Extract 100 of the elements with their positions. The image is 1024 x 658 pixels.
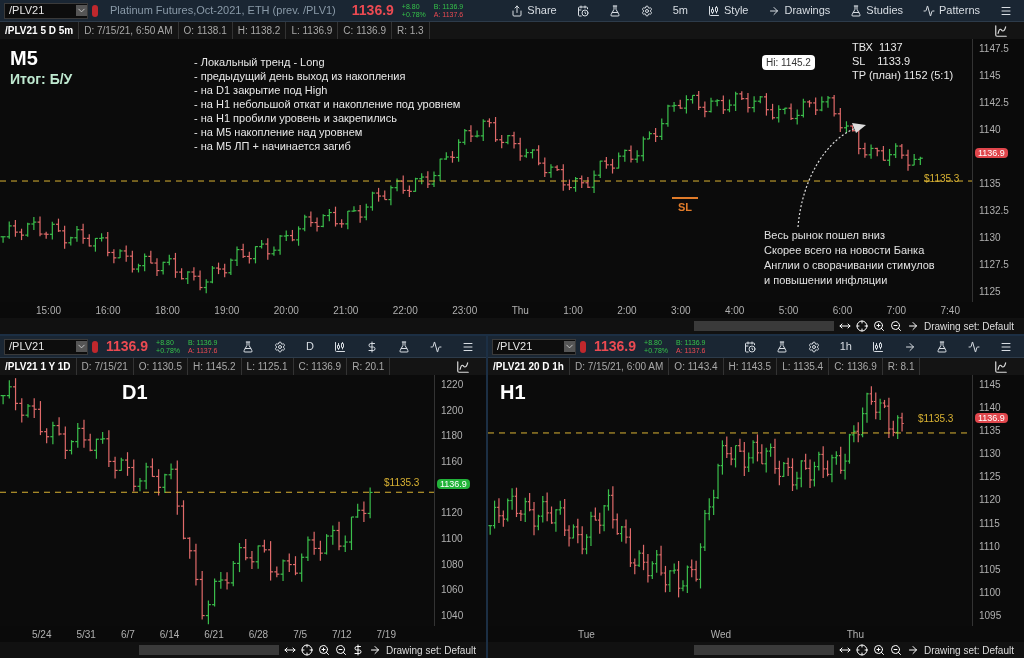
arrow-right-icon[interactable] [368, 644, 381, 656]
crosshair-icon[interactable] [855, 320, 868, 332]
comment-line: Весь рынок пошел вниз [764, 228, 887, 243]
instrument-title: Platinum Futures,Oct-2021, ETH (prev. /PLV1) [109, 3, 337, 19]
price-tick: 1180 [440, 430, 464, 443]
zoom-out-icon[interactable] [889, 644, 902, 656]
crosshair-icon[interactable] [855, 644, 868, 656]
dropdown-icon [564, 341, 575, 352]
analysis-note: - Локальный тренд - Long [194, 55, 326, 69]
analysis-note: - на H1 небольшой откат и накопление под уровнем [194, 97, 461, 111]
time-label: 6/28 [248, 627, 269, 642]
price-tick: 1095 [978, 609, 1003, 622]
arrow-right-icon[interactable] [906, 320, 919, 332]
toolbar-button[interactable]: Share [503, 0, 565, 21]
time-label: 19:00 [214, 303, 240, 318]
price-tick: 1160 [440, 455, 464, 468]
chart-mode-icon[interactable] [994, 359, 1008, 374]
scrollbar[interactable] [138, 645, 279, 655]
share-icon [511, 4, 524, 17]
zoom-out-icon[interactable] [889, 320, 902, 332]
zoom-in-icon[interactable] [317, 644, 330, 656]
price-tick: 1132.5 [978, 205, 1010, 217]
settings-icon [640, 4, 653, 17]
timeframe-label: M5 [10, 46, 38, 71]
zoom-in-icon[interactable] [872, 320, 885, 332]
price-tick: 1127.5 [978, 259, 1010, 271]
time-label: Tue [578, 627, 595, 642]
toolbar-button[interactable]: Drawings [760, 0, 839, 21]
drawing-set-label[interactable]: Drawing set: Default [923, 642, 1020, 658]
chart-mode-icon[interactable] [994, 23, 1008, 38]
arrow-right-icon[interactable] [906, 644, 919, 656]
toolbar-button[interactable]: D [298, 336, 322, 357]
price-tick: 1200 [440, 404, 465, 417]
dropdown-icon [76, 5, 87, 16]
drawing-set-label[interactable]: Drawing set: Default [385, 642, 482, 658]
scrollbar[interactable] [693, 645, 834, 655]
toolbar-button[interactable]: Patterns [915, 0, 988, 21]
price-tick: 1147.5 [978, 43, 1010, 55]
price-tick: 1120 [440, 507, 464, 520]
flask-icon [398, 340, 410, 353]
zoom-out-icon[interactable] [334, 644, 347, 656]
time-label: 20:00 [273, 303, 299, 318]
time-label: Wed [710, 627, 731, 642]
scrollbar[interactable] [693, 321, 834, 331]
settings-icon [807, 340, 820, 353]
high-callout: Hi: 1145.2 [762, 55, 815, 70]
trade-plan-line: ТВХ 1137 [852, 40, 904, 54]
comment-line: Скорее всего на новости Банка [764, 243, 926, 258]
dollar-icon[interactable] [351, 644, 364, 656]
flask-icon [936, 340, 948, 353]
time-label: 7:40 [940, 303, 960, 318]
candlestick-icon [334, 340, 346, 353]
price-tick: 1135 [978, 425, 1002, 438]
level-price-label: $1135.3 [384, 476, 420, 490]
zoom-in-icon[interactable] [872, 644, 885, 656]
time-label: 7/12 [332, 627, 352, 642]
price-tick: 1040 [440, 609, 465, 622]
flask-icon [850, 4, 863, 17]
crosshair-icon[interactable] [300, 644, 313, 656]
arrow-right-icon [904, 340, 916, 353]
price-tick: 1142.5 [978, 97, 1010, 109]
time-label: 2:00 [617, 303, 637, 318]
price-tick: 1125 [978, 286, 1002, 298]
chart-mode-icon[interactable] [456, 359, 470, 374]
menu-icon [1000, 340, 1012, 353]
result-label: Итог: Б/У [10, 70, 73, 89]
price-tick: 1145 [978, 379, 1002, 391]
toolbar-button[interactable]: 1h [831, 336, 860, 357]
last-price: 1136.9 [593, 337, 638, 356]
drawing-set-label[interactable]: Drawing set: Default [923, 318, 1020, 334]
arrow-right-icon [768, 4, 781, 17]
price-badge: 1136.9 [975, 413, 1008, 423]
price-tick: 1100 [440, 532, 464, 545]
symbol-field[interactable]: /PLV21 [492, 338, 576, 355]
analysis-note: - на M5 накопление над уровнем [194, 125, 364, 139]
toolbar-button[interactable]: 5m [664, 0, 696, 21]
price-tick: 1220 [440, 379, 465, 391]
time-label: 5/24 [32, 627, 52, 642]
calendar-icon [576, 4, 589, 17]
trade-plan-line: SL 1133.9 [852, 54, 912, 68]
candlestick-icon [872, 340, 884, 353]
price-tick: 1115 [978, 517, 1001, 530]
symbol-field[interactable]: /PLV21 [4, 2, 88, 19]
menu-icon [1000, 4, 1012, 17]
comment-line: Англии о сворачивании стимулов [764, 258, 935, 273]
level-price-label: $1135.3 [924, 172, 960, 186]
toolbar-button[interactable]: Style [700, 0, 757, 21]
time-label: 5:00 [778, 303, 799, 318]
time-label: 3:00 [671, 303, 691, 318]
price-tick: 1125 [978, 471, 1002, 484]
time-label: 16:00 [95, 303, 121, 318]
analysis-note: - предыдущий день выход из накопления [194, 69, 407, 83]
symbol-field[interactable]: /PLV21 [4, 338, 88, 355]
price-tick: 1145 [978, 70, 1002, 82]
toolbar-button[interactable]: Studies [842, 0, 912, 21]
price-badge: 1136.9 [975, 148, 1008, 158]
last-price: 1136.9 [105, 337, 150, 356]
time-label: 6/14 [159, 627, 180, 642]
price-tick: 1105 [978, 563, 1002, 576]
trade-plan-line: TP (план) 1152 (5:1) [852, 68, 954, 82]
